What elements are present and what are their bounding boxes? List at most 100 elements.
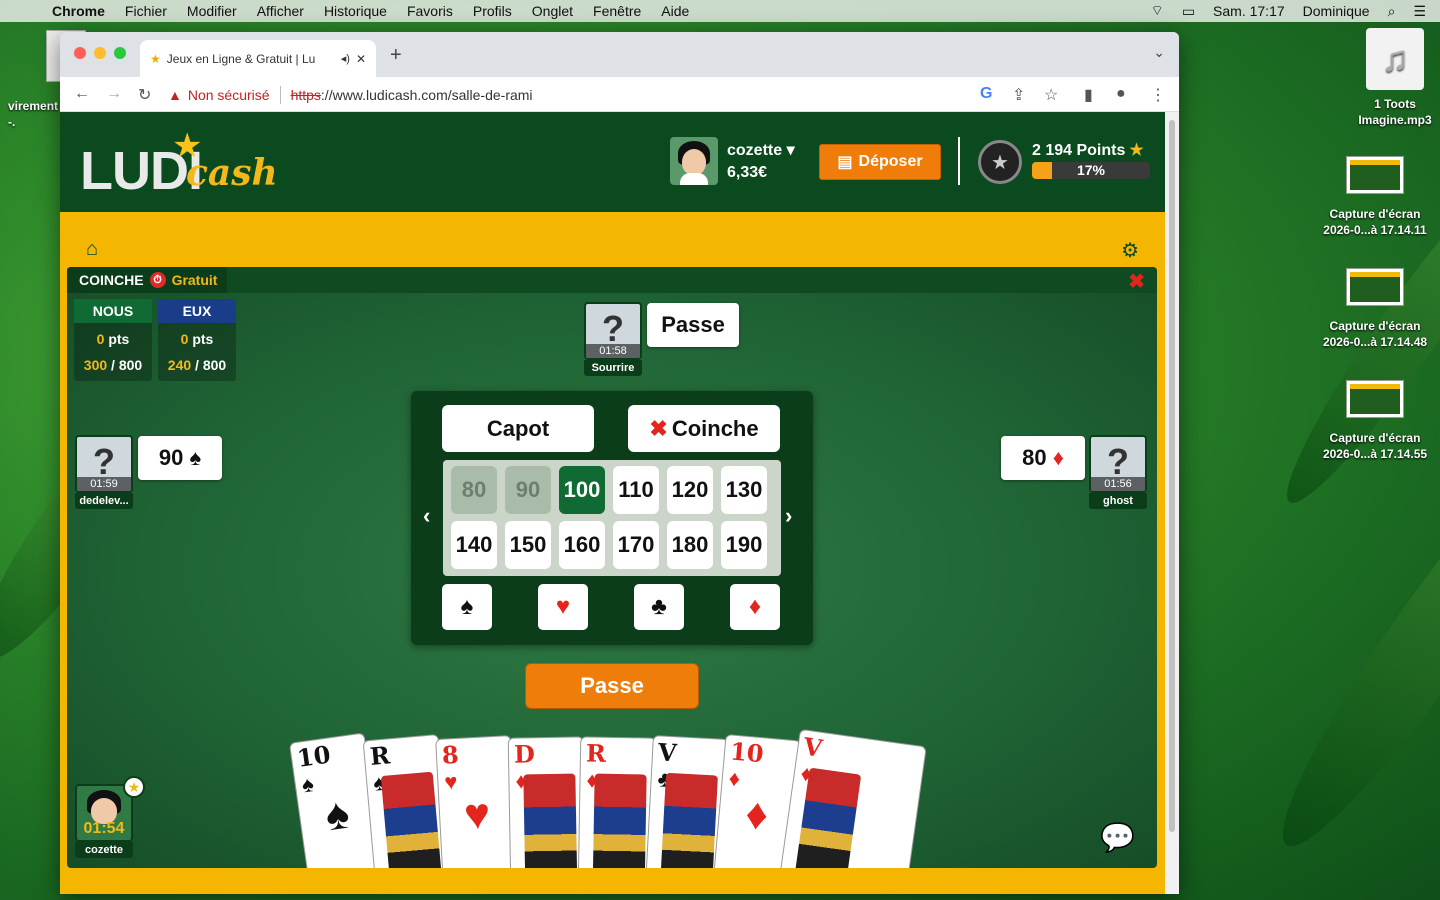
bid-bubble-top: Passe <box>647 303 739 347</box>
scrollbar-thumb[interactable] <box>1169 120 1175 832</box>
bid-value-110[interactable]: 110 <box>613 466 659 514</box>
settings-gear-icon[interactable]: ⚙ <box>1121 238 1139 263</box>
battery-icon[interactable]: ▭ <box>1182 3 1195 20</box>
logo-text-sub: cash <box>186 152 278 194</box>
player-me[interactable]: 01:54 ★ cozette <box>75 776 145 858</box>
google-icon[interactable]: G <box>980 85 992 103</box>
team-score: 300 <box>83 357 108 373</box>
hand-card[interactable]: V ♦ <box>779 728 927 868</box>
tab-search-chevron-icon[interactable]: ⌄ <box>1153 44 1165 61</box>
audio-playing-icon[interactable]: ◂) <box>341 52 350 65</box>
bid-value-130[interactable]: 130 <box>721 466 767 514</box>
menu-onglet[interactable]: Onglet <box>532 3 573 19</box>
desktop-screenshot-3[interactable]: Capture d'écran 2026-0...à 17.14.55 <box>1318 380 1432 462</box>
player-left[interactable]: ? 01:59 dedelev... <box>75 435 133 509</box>
player-name: ghost <box>1089 493 1147 509</box>
close-game-icon[interactable]: ✖ <box>1128 269 1145 294</box>
share-icon[interactable]: ⇪ <box>1012 85 1025 105</box>
menubar-clock[interactable]: Sam. 17:17 <box>1213 3 1285 19</box>
ludicash-logo[interactable]: LUDI ★ cash <box>80 127 280 201</box>
bid-value-190[interactable]: 190 <box>721 521 767 569</box>
menu-afficher[interactable]: Afficher <box>257 3 304 19</box>
chevron-right-icon[interactable]: › <box>785 503 792 529</box>
bid-suit-spade[interactable]: ♠ <box>442 584 492 630</box>
player-top[interactable]: ? 01:58 Sourrire <box>584 302 642 376</box>
username-dropdown[interactable]: cozette ▾ <box>727 140 795 160</box>
desktop-screenshot-1[interactable]: Capture d'écran 2026-0...à 17.14.11 <box>1318 156 1432 238</box>
bid-suit-diamond[interactable]: ♦ <box>730 584 780 630</box>
bid-value-150[interactable]: 150 <box>505 521 551 569</box>
menu-app[interactable]: Chrome <box>52 3 105 19</box>
side-panel-icon[interactable]: ▮ <box>1084 85 1093 105</box>
points-progress-bar: 17% <box>1032 162 1150 179</box>
team-name: NOUS <box>74 299 152 323</box>
deposit-button[interactable]: ▤ Déposer <box>819 144 941 180</box>
game-title: COINCHE <box>79 272 144 288</box>
menu-fichier[interactable]: Fichier <box>125 3 167 19</box>
close-tab-icon[interactable]: ✕ <box>356 52 366 66</box>
spotlight-search-icon[interactable]: ⌕ <box>1388 3 1396 20</box>
bid-value-140[interactable]: 140 <box>451 521 497 569</box>
bookmark-star-icon[interactable]: ☆ <box>1044 85 1058 105</box>
bid-value-160[interactable]: 160 <box>559 521 605 569</box>
bid-value: 80 <box>1022 445 1047 470</box>
menubar-user[interactable]: Dominique <box>1303 3 1370 19</box>
capot-button[interactable]: Capot <box>442 405 594 452</box>
card-rank: V <box>657 737 678 768</box>
chat-bubbles-icon[interactable]: 💬 <box>1100 821 1135 854</box>
new-tab-button[interactable]: + <box>390 44 402 67</box>
vip-badge-icon[interactable]: ★ <box>978 140 1022 184</box>
desktop-screenshot-label: Capture d'écran 2026-0...à 17.14.55 <box>1322 431 1428 461</box>
hand-card[interactable]: R ♦ <box>577 736 657 868</box>
user-avatar[interactable] <box>670 137 718 185</box>
menu-profils[interactable]: Profils <box>473 3 512 19</box>
pass-button[interactable]: Passe <box>525 663 699 709</box>
back-button[interactable]: ← <box>74 85 90 103</box>
menu-aide[interactable]: Aide <box>661 3 689 19</box>
card-pip-icon: ♥ <box>462 789 492 840</box>
bid-value-grid: 80 90 100 110 120 130 140 150 160 170 180 190 <box>443 460 781 576</box>
notification-center-icon[interactable]: ☰ <box>1413 3 1426 20</box>
address-bar[interactable]: ▲ Non sécurisé https ://www.ludicash.com… <box>168 79 1068 110</box>
player-right[interactable]: ? 01:56 ghost <box>1089 435 1147 509</box>
menu-modifier[interactable]: Modifier <box>187 3 237 19</box>
bid-value-120[interactable]: 120 <box>667 466 713 514</box>
game-table: COINCHE ⏱ Gratuit ✖ NOUS 0 pts 300 / 800… <box>67 267 1157 868</box>
bid-value-100[interactable]: 100 <box>559 466 605 514</box>
yellow-band: ⌂ ⚙ COINCHE ⏱ Gratuit ✖ NOUS 0 pts 300 /… <box>60 212 1165 894</box>
menu-favoris[interactable]: Favoris <box>407 3 453 19</box>
card-rank: R <box>368 740 392 771</box>
hand-card[interactable]: D ♦ <box>507 736 587 868</box>
player-timer: 01:59 <box>77 477 131 491</box>
card-rank: 10 <box>728 736 765 769</box>
bid-suit-club[interactable]: ♣ <box>634 584 684 630</box>
menu-fenetre[interactable]: Fenêtre <box>593 3 641 19</box>
zoom-window-button[interactable] <box>114 47 126 59</box>
wifi-icon[interactable]: ⌔ <box>1151 2 1164 20</box>
reload-button[interactable]: ↻ <box>138 85 151 105</box>
home-icon[interactable]: ⌂ <box>86 238 98 261</box>
coinche-button[interactable]: ✖ Coinche <box>628 405 780 452</box>
forward-button[interactable]: → <box>106 85 122 103</box>
desktop-file-music[interactable]: ♫ 1 Toots Imagine.mp3 <box>1340 28 1440 128</box>
browser-window: ★ Jeux en Ligne & Gratuit | Lu ◂) ✕ + ⌄ … <box>60 32 1179 894</box>
player-name: Sourrire <box>584 360 642 376</box>
score-team-eux: EUX 0 pts 240 / 800 <box>158 299 236 381</box>
bid-value-170[interactable]: 170 <box>613 521 659 569</box>
minimize-window-button[interactable] <box>94 47 106 59</box>
bid-value-180[interactable]: 180 <box>667 521 713 569</box>
not-secure-label[interactable]: Non sécurisé <box>188 87 270 103</box>
page-scrollbar[interactable] <box>1165 112 1179 894</box>
close-window-button[interactable] <box>74 47 86 59</box>
chrome-menu-icon[interactable]: ⋮ <box>1150 85 1166 105</box>
hand-card[interactable]: 8 ♥ ♥ <box>435 735 519 868</box>
menu-historique[interactable]: Historique <box>324 3 387 19</box>
bid-suit-heart[interactable]: ♥ <box>538 584 588 630</box>
browser-tab[interactable]: ★ Jeux en Ligne & Gratuit | Lu ◂) ✕ <box>140 40 376 77</box>
desktop-file-label: virement -. <box>8 99 59 129</box>
profile-avatar-icon[interactable]: ● <box>1116 85 1126 103</box>
desktop-file-virement[interactable]: virement -. <box>0 30 86 130</box>
desktop-screenshot-label: Capture d'écran 2026-0...à 17.14.48 <box>1322 319 1428 349</box>
chevron-left-icon[interactable]: ‹ <box>423 503 430 529</box>
desktop-screenshot-2[interactable]: Capture d'écran 2026-0...à 17.14.48 <box>1318 268 1432 350</box>
